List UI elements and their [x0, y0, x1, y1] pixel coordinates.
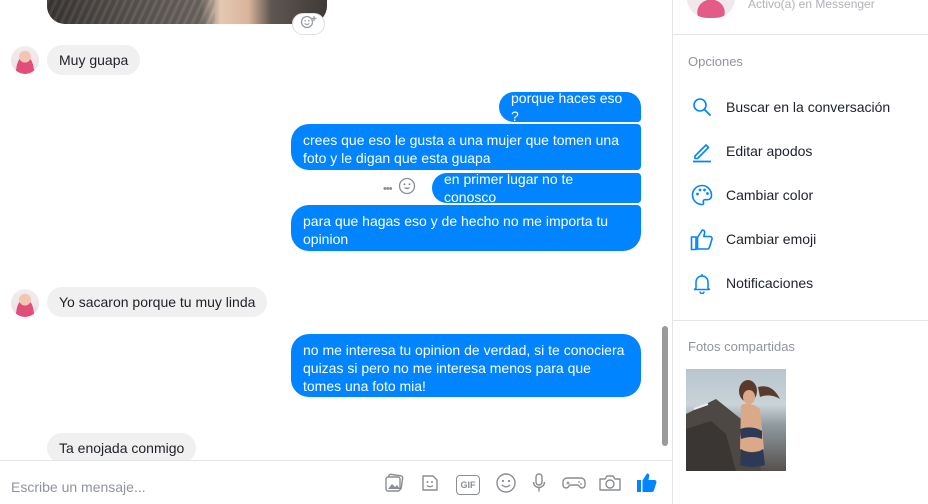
message-text: Yo sacaron porque tu muy linda — [59, 294, 256, 310]
pencil-icon — [689, 138, 715, 164]
chat-column: Muy guapa porque haces eso ? crees que e… — [0, 0, 672, 504]
sticker-icon — [419, 472, 441, 499]
message-text: Muy guapa — [59, 52, 129, 68]
scrollbar-thumb[interactable] — [662, 326, 668, 446]
like-icon — [689, 226, 715, 252]
add-reaction-icon — [299, 15, 319, 34]
emoji-icon — [495, 472, 517, 499]
like-icon — [635, 470, 659, 499]
option-label: Cambiar emoji — [726, 231, 817, 247]
option-color[interactable]: Cambiar color — [673, 175, 928, 215]
contact-avatar[interactable] — [11, 46, 39, 74]
message-thread[interactable]: Muy guapa porque haces eso ? crees que e… — [0, 0, 672, 460]
conversation-info-panel: Activo(a) en Messenger Opciones Buscar e… — [672, 0, 928, 504]
outgoing-message[interactable]: no me interesa tu opinion de verdad, si … — [291, 334, 641, 397]
gif-label: GIF — [460, 480, 476, 490]
shared-photo-message[interactable] — [47, 0, 327, 24]
incoming-message[interactable]: Ta enojada conmigo — [47, 433, 197, 460]
message-text: para que hagas eso y de hecho no me impo… — [303, 213, 609, 247]
emoji-icon[interactable] — [398, 177, 416, 200]
camera-icon — [597, 472, 623, 499]
contact-avatar[interactable] — [687, 0, 735, 18]
option-search[interactable]: Buscar en la conversación — [673, 87, 928, 127]
message-text: crees que eso le gusta a una mujer que t… — [303, 132, 619, 166]
shared-photo-thumbnail[interactable] — [686, 369, 786, 471]
photo-button[interactable] — [382, 473, 406, 497]
more-icon[interactable]: ••• — [383, 183, 393, 195]
option-nicknames[interactable]: Editar apodos — [673, 131, 928, 171]
like-button[interactable] — [634, 471, 660, 497]
message-actions: ••• — [383, 177, 416, 200]
options-heading: Opciones — [688, 54, 743, 69]
option-label: Editar apodos — [726, 143, 813, 159]
add-reaction-button[interactable] — [292, 13, 325, 35]
option-label: Cambiar color — [726, 187, 814, 203]
outgoing-message[interactable]: crees que eso le gusta a una mujer que t… — [291, 124, 641, 170]
option-emoji[interactable]: Cambiar emoji — [673, 219, 928, 259]
shared-photos-heading: Fotos compartidas — [688, 339, 795, 354]
outgoing-message[interactable]: en primer lugar no te conosco — [432, 171, 641, 205]
incoming-message[interactable]: Yo sacaron porque tu muy linda — [47, 287, 268, 317]
voice-button[interactable] — [527, 472, 551, 499]
outgoing-message[interactable]: porque haces eso ? — [499, 90, 641, 124]
palette-icon — [689, 182, 715, 208]
option-label: Notificaciones — [726, 275, 814, 291]
sticker-button[interactable] — [418, 473, 442, 497]
camera-button[interactable] — [597, 473, 623, 497]
message-text: no me interesa tu opinion de verdad, si … — [303, 342, 625, 394]
composer: GIF — [0, 460, 672, 504]
contact-avatar[interactable] — [11, 289, 39, 317]
divider — [673, 320, 928, 321]
active-status: Activo(a) en Messenger — [748, 0, 875, 11]
option-label: Buscar en la conversación — [726, 99, 891, 115]
bell-icon — [689, 270, 715, 296]
message-text: en primer lugar no te conosco — [444, 171, 574, 205]
emoji-button[interactable] — [494, 472, 518, 499]
gif-button[interactable]: GIF — [455, 473, 481, 497]
message-text: porque haces eso ? — [511, 90, 623, 124]
game-icon — [561, 472, 587, 499]
message-input[interactable] — [11, 478, 261, 496]
option-notifications[interactable]: Notificaciones — [673, 263, 928, 303]
message-text: Ta enojada conmigo — [59, 440, 185, 456]
game-button[interactable] — [561, 473, 587, 497]
divider — [673, 34, 928, 35]
incoming-message[interactable]: Muy guapa — [47, 45, 141, 75]
photo-icon — [383, 472, 405, 499]
gif-icon: GIF — [456, 475, 480, 495]
microphone-icon — [528, 472, 550, 499]
search-icon — [689, 94, 715, 120]
messenger-window: Muy guapa porque haces eso ? crees que e… — [0, 0, 928, 504]
outgoing-message[interactable]: para que hagas eso y de hecho no me impo… — [291, 205, 641, 251]
